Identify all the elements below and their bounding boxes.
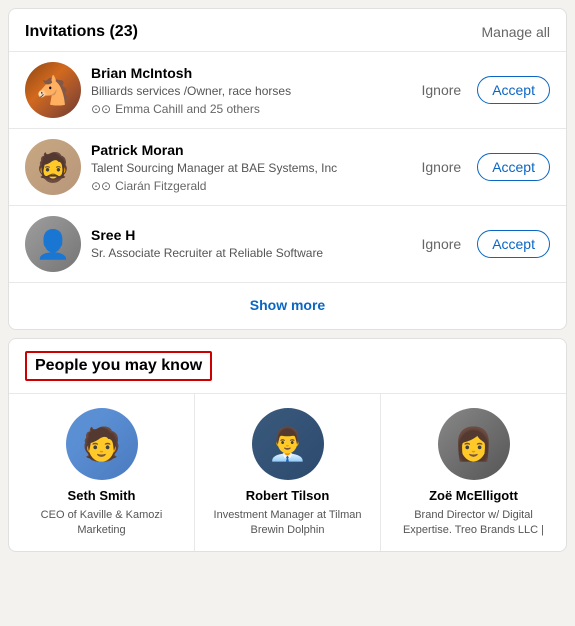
ignore-button-patrick[interactable]: Ignore: [415, 155, 467, 179]
accept-button-sree[interactable]: Accept: [477, 230, 550, 258]
pymk-header: People you may know: [9, 339, 566, 393]
connection-icon-patrick: ⊙⊙: [91, 179, 111, 193]
invitation-info-patrick: Patrick Moran Talent Sourcing Manager at…: [81, 141, 415, 194]
mutual-brian: ⊙⊙ Emma Cahill and 25 others: [91, 102, 405, 116]
avatar-sree: [25, 216, 81, 272]
pymk-role-robert: Investment Manager at Tilman Brewin Dolp…: [203, 508, 372, 539]
pymk-name-robert: Robert Tilson: [246, 488, 330, 505]
invitation-info-sree: Sree H Sr. Associate Recruiter at Reliab…: [81, 226, 415, 262]
invitations-title: Invitations (23): [25, 23, 138, 41]
mutual-text-patrick: Ciarán Fitzgerald: [115, 179, 206, 193]
pymk-role-seth: CEO of Kaville & Kamozi Marketing: [17, 508, 186, 539]
invitations-header: Invitations (23) Manage all: [9, 9, 566, 51]
invitation-role-sree: Sr. Associate Recruiter at Reliable Soft…: [91, 245, 405, 262]
ignore-button-brian[interactable]: Ignore: [415, 78, 467, 102]
pymk-person-robert[interactable]: Robert Tilson Investment Manager at Tilm…: [195, 394, 381, 551]
mutual-patrick: ⊙⊙ Ciarán Fitzgerald: [91, 179, 405, 193]
pymk-card: People you may know Seth Smith CEO of Ka…: [8, 338, 567, 552]
invitation-item-sree: Sree H Sr. Associate Recruiter at Reliab…: [9, 205, 566, 282]
accept-button-patrick[interactable]: Accept: [477, 153, 550, 181]
invitation-name-sree: Sree H: [91, 226, 405, 244]
pymk-name-zoe: Zoë McElligott: [429, 488, 518, 505]
ignore-button-sree[interactable]: Ignore: [415, 232, 467, 256]
pymk-person-zoe[interactable]: Zoë McElligott Brand Director w/ Digital…: [381, 394, 566, 551]
invitation-item-brian: Brian McIntosh Billiards services /Owner…: [9, 51, 566, 128]
pymk-role-zoe: Brand Director w/ Digital Expertise. Tre…: [389, 508, 558, 539]
avatar-seth: [66, 408, 138, 480]
pymk-name-seth: Seth Smith: [68, 488, 136, 505]
invitation-role-brian: Billiards services /Owner, race horses: [91, 83, 405, 100]
invitation-name-brian: Brian McIntosh: [91, 64, 405, 82]
accept-button-brian[interactable]: Accept: [477, 76, 550, 104]
show-more-section: Show more: [9, 282, 566, 329]
avatar-zoe: [438, 408, 510, 480]
mutual-text-brian: Emma Cahill and 25 others: [115, 102, 260, 116]
invitation-info-brian: Brian McIntosh Billiards services /Owner…: [81, 64, 415, 117]
pymk-grid: Seth Smith CEO of Kaville & Kamozi Marke…: [9, 393, 566, 551]
invitation-actions-brian: Ignore Accept: [415, 76, 550, 104]
pymk-title: People you may know: [25, 351, 212, 381]
pymk-person-seth[interactable]: Seth Smith CEO of Kaville & Kamozi Marke…: [9, 394, 195, 551]
invitation-actions-patrick: Ignore Accept: [415, 153, 550, 181]
avatar-patrick: [25, 139, 81, 195]
manage-all-link[interactable]: Manage all: [482, 24, 551, 40]
invitation-name-patrick: Patrick Moran: [91, 141, 405, 159]
invitations-card: Invitations (23) Manage all Brian McInto…: [8, 8, 567, 330]
show-more-link[interactable]: Show more: [250, 297, 325, 313]
invitations-title-text: Invitations: [25, 23, 105, 40]
invitations-count: (23): [109, 23, 137, 40]
invitation-actions-sree: Ignore Accept: [415, 230, 550, 258]
invitation-item-patrick: Patrick Moran Talent Sourcing Manager at…: [9, 128, 566, 205]
avatar-brian: [25, 62, 81, 118]
connection-icon-brian: ⊙⊙: [91, 102, 111, 116]
avatar-robert: [252, 408, 324, 480]
invitation-role-patrick: Talent Sourcing Manager at BAE Systems, …: [91, 160, 405, 177]
